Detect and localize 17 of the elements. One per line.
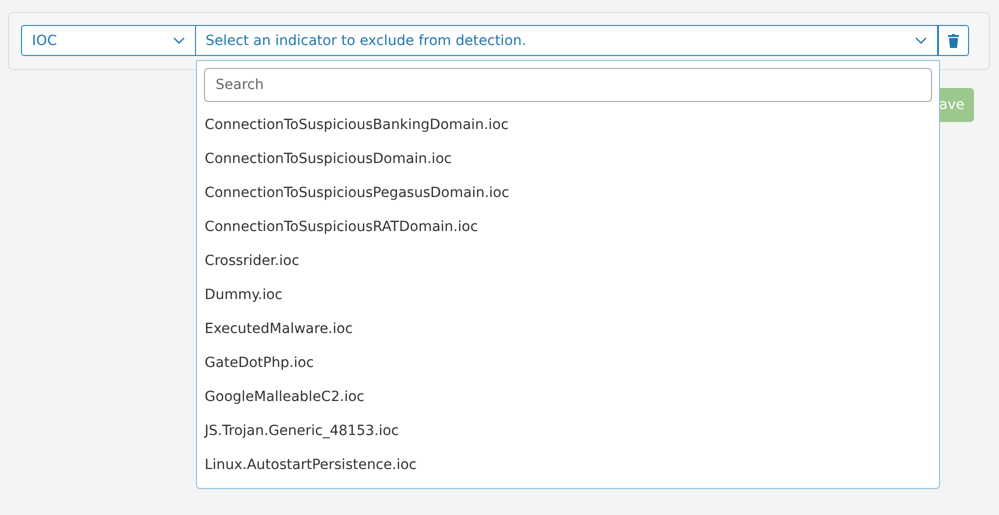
dropdown-option[interactable]: Linux.AutostartPersistence.ioc [204, 448, 932, 482]
dropdown-option[interactable]: GoogleMalleableC2.ioc [204, 380, 932, 414]
dropdown-option[interactable]: ConnectionToSuspiciousRATDomain.ioc [204, 210, 932, 244]
delete-button[interactable] [938, 25, 969, 56]
dropdown-option[interactable]: ConnectionToSuspiciousDomain.ioc [204, 142, 932, 176]
indicator-dropdown[interactable]: Select an indicator to exclude from detection. [196, 25, 938, 56]
dropdown-option[interactable]: JS.Trojan.Generic_48153.ioc [204, 414, 932, 448]
chevron-down-icon [915, 36, 928, 44]
dropdown-option[interactable]: Dummy.ioc [204, 278, 932, 312]
dropdown-option[interactable]: Crossrider.ioc [204, 244, 932, 278]
chevron-down-icon [172, 36, 185, 44]
dropdown-option[interactable]: ConnectionToSuspiciousPegasusDomain.ioc [204, 176, 932, 210]
trash-icon [948, 34, 960, 48]
type-dropdown[interactable]: IOC [21, 25, 196, 56]
dropdown-option[interactable]: ExecutedMalware.ioc [204, 312, 932, 346]
search-field[interactable]: Search [204, 68, 932, 102]
dropdown-option[interactable]: GateDotPhp.ioc [204, 346, 932, 380]
